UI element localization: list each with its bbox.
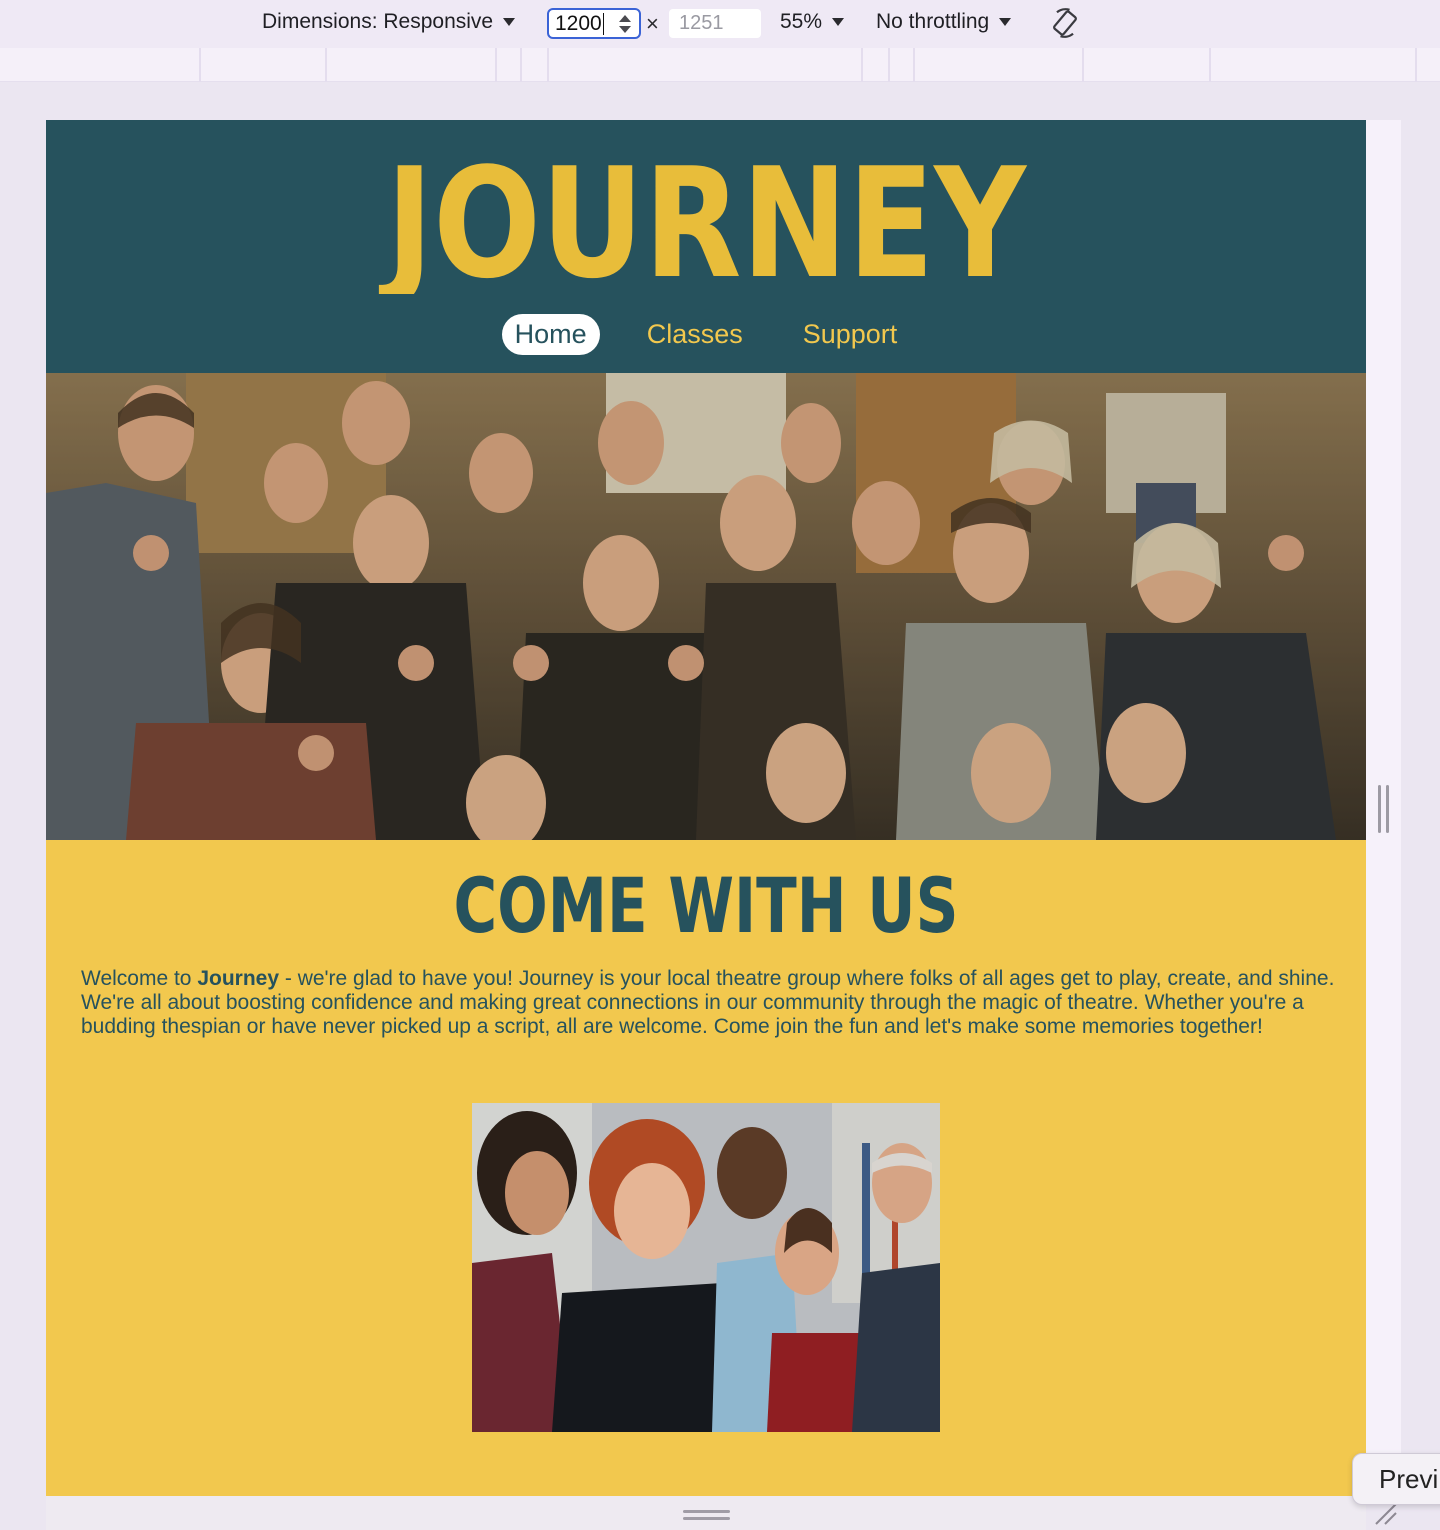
svg-text:COME WITH US: COME WITH US: [454, 862, 959, 940]
welcome-section: COME WITH US Welcome to Journey - we're …: [46, 840, 1366, 1496]
group-laughing-image: [472, 1103, 940, 1432]
zoom-label: 55%: [780, 10, 823, 33]
devtools-toolbar: Dimensions: Responsive 1200 × 1251 55% N…: [0, 0, 1440, 48]
right-resize-handle[interactable]: [1378, 785, 1390, 833]
hero-image: [46, 373, 1366, 840]
caret-down-icon: [503, 18, 516, 26]
who-are-we-heading: WHO ARE WE?: [469, 1483, 944, 1496]
times-icon: ×: [646, 11, 659, 36]
height-input[interactable]: 1251: [669, 9, 761, 38]
spinner-icon[interactable]: [619, 15, 631, 33]
nav-support[interactable]: Support: [790, 314, 911, 355]
text-cursor: [602, 13, 605, 35]
come-with-us-heading: COME WITH US: [454, 862, 959, 940]
site-logo[interactable]: JOURNEY: [46, 144, 1366, 294]
page-viewport: JOURNEY Home Classes Support COME WITH U…: [46, 120, 1366, 1496]
main-nav: Home Classes Support: [46, 314, 1366, 355]
width-input[interactable]: 1200: [547, 8, 641, 39]
caret-down-icon: [832, 18, 845, 26]
logo-text: JOURNEY: [378, 144, 1027, 294]
throttle-label: No throttling: [876, 10, 990, 33]
throttle-dropdown[interactable]: No throttling: [876, 10, 1012, 34]
nav-classes[interactable]: Classes: [634, 314, 756, 355]
svg-text:WHO ARE WE?: WHO ARE WE?: [469, 1483, 944, 1496]
dimensions-label: Dimensions: Responsive: [262, 10, 494, 33]
caret-down-icon: [999, 18, 1012, 26]
nav-home[interactable]: Home: [501, 314, 600, 355]
intro-paragraph: Welcome to Journey - we're glad to have …: [81, 967, 1335, 1038]
rotate-icon[interactable]: [1048, 6, 1082, 40]
media-query-bar[interactable]: [0, 48, 1440, 82]
zoom-dropdown[interactable]: 55%: [780, 10, 845, 34]
bottom-resize-handle[interactable]: [683, 1510, 730, 1522]
preview-tooltip[interactable]: Previ: [1352, 1453, 1440, 1505]
site-header: JOURNEY Home Classes Support: [46, 120, 1366, 373]
dimensions-dropdown[interactable]: Dimensions: Responsive: [262, 10, 516, 34]
brand-name: Journey: [197, 967, 280, 990]
width-value: 1200: [555, 12, 602, 35]
